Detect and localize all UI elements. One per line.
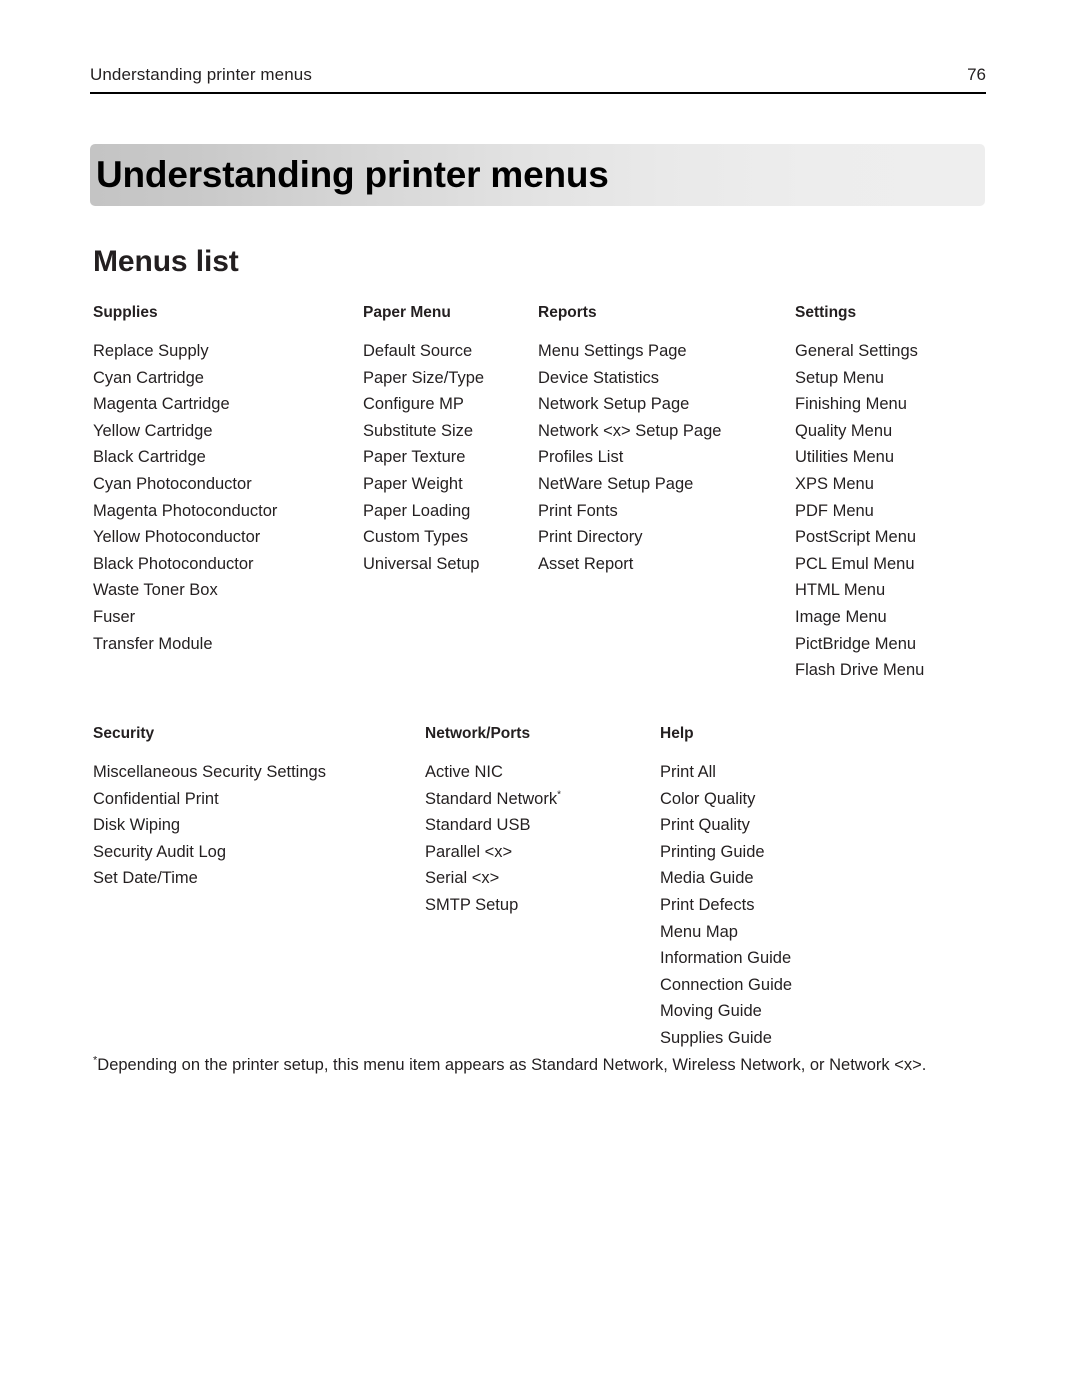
menu-item-network-ports: Active NIC <box>425 763 503 781</box>
menu-column-supplies: Supplies Replace Supply Cyan Cartridge Mag… <box>93 303 277 657</box>
menu-item-paper-menu: Paper Loading <box>363 501 471 520</box>
menu-column-network-ports: Network/Ports Active NIC Standard Network… <box>425 724 561 919</box>
menu-column-security: Security Miscellaneous Security Settings… <box>93 724 326 892</box>
column-heading-reports: Reports <box>538 304 597 321</box>
menu-item-settings: HTML Menu <box>795 581 886 600</box>
menu-item-security: Disk Wiping <box>93 816 181 835</box>
menu-item-security: Confidential Print <box>93 789 219 808</box>
menu-item-paper-menu: Paper Weight <box>363 474 463 493</box>
menu-item-supplies: Cyan Cartridge <box>93 368 204 387</box>
menu-item-settings: XPS Menu <box>795 474 874 493</box>
menu-item-reports: Print Fonts <box>538 501 618 520</box>
column-heading-help: Help <box>660 725 694 742</box>
menu-item-settings: Utilities Menu <box>795 448 895 467</box>
menu-item-security: Set Date/Time <box>93 869 198 888</box>
menu-item-settings: General Settings <box>795 342 918 360</box>
menu-item-supplies: Magenta Photoconductor <box>93 501 278 520</box>
menu-item-network-ports: Standard Network* <box>425 789 561 808</box>
menu-item-settings: PostScript Menu <box>795 528 917 547</box>
menu-item-help: Moving Guide <box>660 1002 762 1021</box>
chapter-title: Understanding printer menus <box>96 154 609 195</box>
footnote-marker: * <box>557 789 561 801</box>
menu-item-supplies: Black Photoconductor <box>93 554 254 573</box>
menu-item-supplies: Replace Supply <box>93 342 209 360</box>
menu-item-list-security: Miscellaneous Security Settings Confident… <box>93 759 326 892</box>
menu-item-supplies: Yellow Photoconductor <box>93 528 261 547</box>
menu-item-list-settings: General Settings Setup Menu Finishing Menu… <box>795 338 924 684</box>
menu-column-reports: Reports Menu Settings Page Device Statist… <box>538 303 721 577</box>
menu-item-paper-menu: Substitute Size <box>363 421 474 440</box>
menu-item-list-supplies: Replace Supply Cyan Cartridge Magenta Cart… <box>93 338 277 657</box>
menu-item-help: Printing Guide <box>660 842 765 861</box>
column-heading-network-ports: Network/Ports <box>425 725 531 742</box>
menu-item-paper-menu: Paper Size/Type <box>363 368 485 387</box>
page-number: 76 <box>967 65 986 84</box>
menu-item-list-network-ports: Active NIC Standard Network* Standard USB P… <box>425 759 561 919</box>
footnote-text: Depending on the printer setup, this men… <box>97 1056 927 1074</box>
menu-item-help: Connection Guide <box>660 975 793 994</box>
menu-item-supplies: Cyan Photoconductor <box>93 474 252 493</box>
menu-item-settings: Setup Menu <box>795 368 884 387</box>
running-header-title: Understanding printer menus <box>90 65 312 84</box>
menu-item-supplies: Black Cartridge <box>93 448 206 467</box>
header-divider-rule <box>90 92 986 94</box>
menu-item-help: Information Guide <box>660 949 792 968</box>
menu-item-list-paper-menu: Default Source Paper Size/Type Configure M… <box>363 338 484 577</box>
menu-item-settings: Flash Drive Menu <box>795 661 925 680</box>
menu-item-reports: Network <x> Setup Page <box>538 421 722 440</box>
menu-item-paper-menu: Paper Texture <box>363 448 466 467</box>
menu-item-reports: Menu Settings Page <box>538 342 687 360</box>
menu-item-network-ports: SMTP Setup <box>425 895 519 914</box>
menu-column-settings: Settings General Settings Setup Menu Finis… <box>795 303 924 684</box>
menu-item-help: Menu Map <box>660 922 738 941</box>
menu-item-paper-menu: Configure MP <box>363 395 464 414</box>
menu-item-supplies: Transfer Module <box>93 634 213 653</box>
menu-item-settings: PDF Menu <box>795 501 874 520</box>
menu-item-list-reports: Menu Settings Page Device Statistics Netwo… <box>538 338 721 577</box>
menu-item-settings: PictBridge Menu <box>795 634 917 653</box>
menu-item-supplies: Fuser <box>93 607 136 626</box>
menu-item-reports: Print Directory <box>538 528 643 547</box>
menu-item-settings: Image Menu <box>795 607 887 626</box>
menu-item-settings: PCL Emul Menu <box>795 554 915 573</box>
menu-column-paper-menu: Paper Menu Default Source Paper Size/Type… <box>363 303 484 577</box>
menu-item-paper-menu: Universal Setup <box>363 554 480 573</box>
menu-item-network-ports: Serial <x> <box>425 869 500 888</box>
column-heading-supplies: Supplies <box>93 304 158 321</box>
menu-item-help: Media Guide <box>660 869 754 888</box>
menu-item-settings: Quality Menu <box>795 421 893 440</box>
menu-item-help: Print Defects <box>660 895 755 914</box>
menu-item-paper-menu: Custom Types <box>363 528 469 547</box>
section-heading: Menus list <box>93 245 239 278</box>
menu-column-help: Help Print All Color Quality Print Quality… <box>660 724 792 1052</box>
menu-item-reports: Asset Report <box>538 554 634 573</box>
menu-item-security: Security Audit Log <box>93 842 226 861</box>
document-page: Understanding printer menus 76 Understan… <box>0 0 1080 1397</box>
column-heading-security: Security <box>93 725 155 742</box>
column-heading-paper-menu: Paper Menu <box>363 304 451 321</box>
menu-item-help: Supplies Guide <box>660 1028 772 1047</box>
menu-item-help: Print All <box>660 763 716 781</box>
menu-item-settings: Finishing Menu <box>795 395 907 414</box>
menu-item-network-ports: Standard USB <box>425 816 531 835</box>
menu-item-network-ports: Parallel <x> <box>425 842 513 861</box>
menu-item-list-help: Print All Color Quality Print Quality Print… <box>660 759 792 1052</box>
menu-item-security: Miscellaneous Security Settings <box>93 763 326 781</box>
menu-item-supplies: Waste Toner Box <box>93 581 218 600</box>
menu-item-help: Print Quality <box>660 816 750 835</box>
menu-item-reports: NetWare Setup Page <box>538 474 694 493</box>
footnote: *Depending on the printer setup, this me… <box>93 1053 993 1077</box>
menu-item-reports: Device Statistics <box>538 368 660 387</box>
menu-item-reports: Network Setup Page <box>538 395 690 414</box>
menu-item-reports: Profiles List <box>538 448 624 467</box>
menu-item-supplies: Magenta Cartridge <box>93 395 230 414</box>
menu-item-supplies: Yellow Cartridge <box>93 421 213 440</box>
menu-item-paper-menu: Default Source <box>363 342 473 360</box>
column-heading-settings: Settings <box>795 304 857 321</box>
menu-item-help: Color Quality <box>660 789 756 808</box>
